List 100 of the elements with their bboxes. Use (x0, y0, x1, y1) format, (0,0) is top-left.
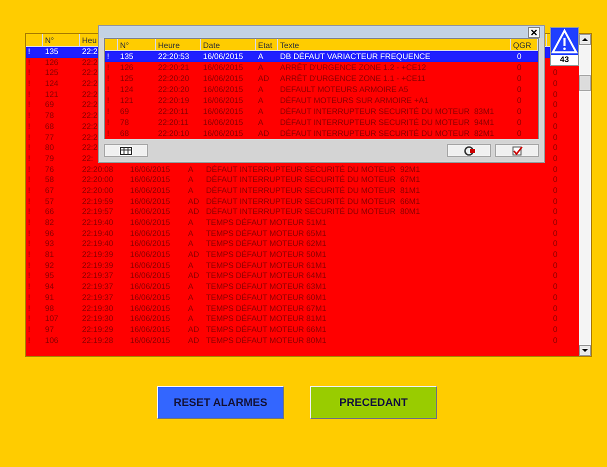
table-cell: 22:2 (82, 79, 98, 88)
table-button[interactable] (104, 144, 148, 157)
table-cell: ARRÊT D'URGENCE ZONE 1.1 - +CE11 (280, 74, 426, 83)
acknowledge-button[interactable] (495, 144, 539, 157)
table-cell: AD (188, 196, 200, 206)
table-cell: AD (188, 207, 200, 216)
table-cell: TEMPS DÉFAUT MOTEUR 64M1 (206, 271, 326, 280)
table-cell: 22:20:21 (158, 63, 190, 72)
table-cell: 78 (45, 111, 54, 120)
table-cell: A (188, 218, 194, 227)
table-cell: 0 (553, 304, 558, 312)
table-cell: 0 (553, 68, 558, 78)
table-cell: A (258, 118, 264, 127)
table-cell: 16/06/2015 (203, 96, 244, 105)
reset-button[interactable]: RESET ALARMES (157, 386, 284, 419)
table-cell: TEMPS DÉFAUT MOTEUR 80M1 (206, 336, 326, 345)
alarm-row[interactable]: ! 135 22:20:53 16/06/2015 A DB DÉFAUT VARIACTEUR FREQUENCE 0 (105, 51, 538, 62)
table-cell: ! (28, 260, 30, 270)
table-cell: ! (28, 68, 30, 78)
table-cell: 16/06/2015 (203, 118, 244, 127)
close-icon[interactable] (528, 26, 540, 38)
table-cell: 0 (553, 122, 558, 131)
table-cell: TEMPS DÉFAUT MOTEUR 66M1 (206, 324, 326, 334)
refresh-button[interactable] (447, 144, 491, 157)
table-cell: ! (28, 154, 30, 163)
table-cell: 68 (120, 129, 129, 138)
table-cell: A (188, 228, 194, 238)
table-cell: TEMPS DÉFAUT MOTEUR 63M1 (206, 282, 326, 292)
table-cell: 125 (45, 68, 58, 78)
table-cell: 94 (45, 282, 54, 292)
scroll-up-icon[interactable] (579, 34, 591, 45)
table-cell: 22:20:00 (82, 175, 114, 184)
table-cell: 16/06/2015 (130, 292, 170, 302)
table-cell: 22:19:39 (82, 260, 114, 270)
table-cell: DB DÉFAUT VARIACTEUR FREQUENCE (280, 52, 430, 61)
back-button[interactable]: PRECEDANT (310, 386, 437, 419)
table-cell: 77 (45, 132, 54, 142)
table-cell: 22:19:39 (82, 250, 114, 260)
table-cell: 22:2 (82, 132, 98, 142)
table-cell: 22:2 (82, 122, 98, 131)
table-cell: 22:2 (82, 143, 98, 152)
table-cell: 0 (517, 85, 522, 94)
table-cell: 0 (553, 100, 558, 110)
table-cell: 0 (553, 292, 558, 302)
table-cell: 22:19:28 (82, 336, 114, 345)
table-cell: DÉFAUT INTERRUPTEUR SECURITÉ DU MOTEUR 81M1 (206, 186, 420, 195)
table-cell: 126 (45, 58, 58, 67)
table-cell: AD (258, 74, 270, 83)
table-cell: 95 (45, 271, 54, 280)
table-cell: 0 (553, 196, 558, 206)
table-cell: AD (258, 129, 270, 138)
table-cell: ! (28, 250, 30, 260)
table-cell: 81 (45, 250, 54, 260)
scroll-down-icon[interactable] (579, 345, 591, 356)
table-cell: 16/06/2015 (203, 63, 244, 72)
table-cell: 0 (553, 314, 558, 324)
table-cell: 22:19:29 (82, 324, 114, 334)
table-cell: 22:2 (82, 111, 98, 120)
table-cell: 107 (45, 314, 58, 324)
alarm-count: 43 (560, 55, 569, 65)
table-cell: A (188, 282, 194, 292)
table-cell: 121 (45, 90, 58, 99)
table-cell: 0 (553, 250, 558, 260)
table-cell: A (188, 292, 194, 302)
table-cell: ! (107, 52, 110, 61)
table-cell: AD (188, 324, 200, 334)
table-cell: ! (107, 129, 110, 138)
table-cell: 16/06/2015 (203, 129, 244, 138)
table-cell: 22:2 (82, 100, 98, 110)
table-cell: 16/06/2015 (130, 239, 170, 248)
table-cell: 22:2 (82, 90, 98, 99)
table-cell: 22:19:59 (82, 196, 114, 206)
table-cell: 0 (553, 324, 558, 334)
table-cell: 79 (45, 154, 54, 163)
table-cell: ! (28, 207, 30, 216)
table-cell: 0 (517, 63, 522, 72)
table-cell: 0 (553, 239, 558, 248)
table-cell: 0 (553, 336, 558, 345)
table-cell: 22:19:57 (82, 207, 114, 216)
scrollbar[interactable] (579, 34, 591, 356)
alarm-row[interactable]: ! 68 22:20:10 16/06/2015 AD DÉFAUT INTERRUPTEUR SECURITÉ DU MOTEUR 82M1 0 (105, 128, 538, 139)
table-cell: TEMPS DÉFAUT MOTEUR 67M1 (206, 304, 326, 312)
table-cell: ! (28, 218, 30, 227)
table-cell: 68 (45, 122, 54, 131)
table-cell: 22:19:40 (82, 228, 114, 238)
table-cell: A (258, 107, 264, 116)
table-cell: AD (188, 250, 200, 260)
table-cell: 121 (120, 96, 134, 105)
table-cell: 82 (45, 218, 54, 227)
table-cell: 126 (120, 63, 134, 72)
alarm-badge[interactable]: 43 (550, 27, 579, 66)
table-cell: ! (28, 282, 30, 292)
table-cell: ! (28, 100, 30, 110)
table-cell: 97 (45, 324, 54, 334)
table-cell: 22:20:53 (158, 52, 190, 61)
table-cell: 0 (553, 175, 558, 184)
table-cell: ! (107, 85, 110, 94)
table-cell: 124 (45, 79, 58, 88)
table-cell: 92 (45, 260, 54, 270)
scroll-thumb[interactable] (579, 75, 591, 91)
